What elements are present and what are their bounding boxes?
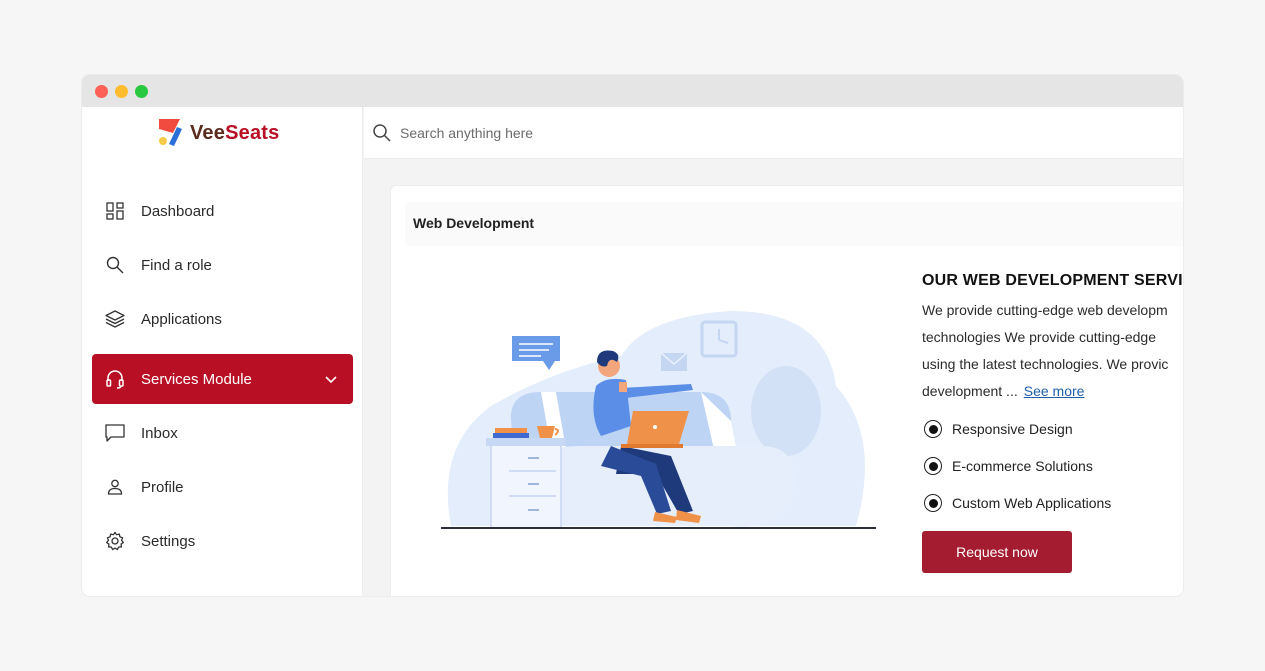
- sidebar-item-label: Settings: [141, 532, 196, 550]
- radio-checked-icon[interactable]: [924, 420, 942, 438]
- card-header: Web Development: [405, 202, 1183, 246]
- main-content: Web Development OUR WEB DEVELOPMENT SERV…: [364, 159, 1183, 596]
- layers-icon: [104, 308, 126, 330]
- search-icon[interactable]: [372, 123, 392, 143]
- request-now-button[interactable]: Request now: [922, 531, 1072, 573]
- maximize-window-button[interactable]: [135, 85, 148, 98]
- search-input[interactable]: [400, 119, 900, 147]
- feature-item[interactable]: Custom Web Applications: [924, 494, 1111, 512]
- service-description: We provide cutting-edge web developm tec…: [922, 302, 1169, 399]
- brand-logo[interactable]: VeeSeats: [158, 117, 279, 149]
- feature-item[interactable]: E-commerce Solutions: [924, 457, 1093, 475]
- close-window-button[interactable]: [95, 85, 108, 98]
- logo-mark-icon: [159, 119, 182, 146]
- feature-label: Custom Web Applications: [952, 495, 1112, 511]
- sidebar-item-inbox[interactable]: Inbox: [92, 408, 353, 458]
- feature-item[interactable]: Responsive Design: [924, 420, 1073, 438]
- sidebar-item-find-a-role[interactable]: Find a role: [92, 240, 353, 290]
- user-icon: [104, 476, 126, 498]
- sidebar-item-applications[interactable]: Applications: [92, 294, 353, 344]
- service-heading: OUR WEB DEVELOPMENT SERVIC: [922, 272, 1183, 289]
- card-title: Web Development: [413, 215, 535, 231]
- top-bar: [364, 107, 1183, 159]
- window-titlebar: [82, 75, 1183, 107]
- dashboard-icon: [104, 200, 126, 222]
- sidebar-item-label: Find a role: [141, 256, 212, 274]
- sidebar-item-label: Dashboard: [141, 202, 215, 220]
- gear-icon: [104, 530, 126, 552]
- service-card: Web Development OUR WEB DEVELOPMENT SERV…: [390, 185, 1183, 596]
- chevron-down-icon[interactable]: [323, 371, 339, 387]
- sidebar-item-label: Applications: [141, 310, 222, 328]
- radio-checked-icon[interactable]: [924, 457, 942, 475]
- feature-label: Responsive Design: [952, 421, 1073, 437]
- sidebar-item-label: Services Module: [141, 370, 252, 388]
- search-icon: [104, 254, 126, 276]
- sidebar: VeeSeats Dashboard Find a role Applicati…: [82, 107, 363, 596]
- developer-on-couch-illustration: [441, 311, 876, 529]
- sidebar-item-services-module[interactable]: Services Module: [92, 354, 353, 404]
- app-window: VeeSeats Dashboard Find a role Applicati…: [82, 75, 1183, 596]
- minimize-window-button[interactable]: [115, 85, 128, 98]
- sidebar-item-profile[interactable]: Profile: [92, 462, 353, 512]
- sidebar-item-dashboard[interactable]: Dashboard: [92, 186, 353, 236]
- sidebar-item-label: Profile: [141, 478, 184, 496]
- radio-checked-icon[interactable]: [924, 494, 942, 512]
- see-more-link[interactable]: See more: [1024, 383, 1085, 399]
- brand-name: VeeSeats: [190, 121, 280, 144]
- service-info: OUR WEB DEVELOPMENT SERVIC We provide cu…: [922, 272, 1183, 405]
- sidebar-item-settings[interactable]: Settings: [92, 516, 353, 566]
- sidebar-item-label: Inbox: [141, 424, 178, 442]
- headset-icon: [104, 368, 126, 390]
- feature-label: E-commerce Solutions: [952, 458, 1093, 474]
- message-icon: [104, 422, 126, 444]
